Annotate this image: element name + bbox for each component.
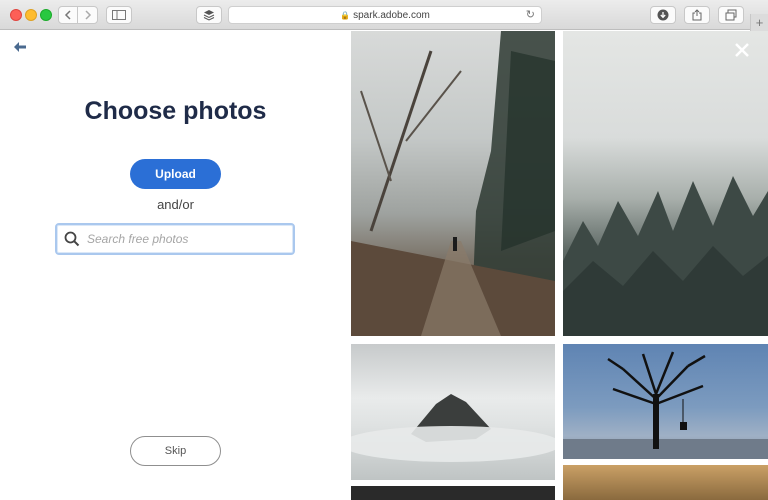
- back-arrow-icon[interactable]: [12, 39, 28, 55]
- photo-fog-island-image: [351, 394, 555, 462]
- url-text: spark.adobe.com: [353, 9, 430, 21]
- browser-toolbar: 🔒 spark.adobe.com ↻ +: [0, 0, 768, 31]
- share-icon: [692, 9, 702, 21]
- skip-button[interactable]: Skip: [130, 436, 221, 466]
- search-input[interactable]: [87, 229, 287, 249]
- share-button[interactable]: [684, 6, 710, 24]
- reload-icon[interactable]: ↻: [526, 8, 535, 21]
- photo-partial-dark[interactable]: [351, 486, 555, 500]
- photo-fog-island[interactable]: [351, 344, 555, 480]
- photo-lone-tree-image: [563, 351, 768, 459]
- choose-photos-panel: Choose photos Upload and/or Skip: [0, 31, 351, 500]
- back-button[interactable]: [59, 7, 79, 23]
- extension-button[interactable]: [196, 6, 222, 24]
- new-tab-button[interactable]: +: [750, 14, 768, 31]
- page-content: Choose photos Upload and/or Skip: [0, 31, 768, 500]
- photo-misty-forest[interactable]: [563, 31, 768, 336]
- close-window-button[interactable]: [10, 9, 22, 21]
- sidebar-icon: [112, 10, 126, 20]
- layers-icon: [203, 10, 215, 21]
- page-title: Choose photos: [84, 97, 267, 125]
- chevron-right-icon: [84, 10, 91, 20]
- tab-overview-button[interactable]: [718, 6, 744, 24]
- tabs-icon: [725, 9, 737, 21]
- search-icon: [64, 231, 80, 247]
- chevron-left-icon: [64, 10, 71, 20]
- photo-foggy-path-image: [351, 31, 555, 336]
- zoom-window-button[interactable]: [40, 9, 52, 21]
- download-icon: [657, 9, 669, 21]
- photo-foggy-path[interactable]: [351, 31, 555, 336]
- browser-window: 🔒 spark.adobe.com ↻ + Choose photos Uplo…: [0, 0, 768, 500]
- search-box[interactable]: [55, 223, 295, 255]
- photo-misty-forest-image: [563, 176, 768, 336]
- minimize-window-button[interactable]: [25, 9, 37, 21]
- photo-lone-tree[interactable]: [563, 344, 768, 459]
- downloads-button[interactable]: [650, 6, 676, 24]
- photo-partial-warm[interactable]: [563, 465, 768, 500]
- photo-grid: [351, 31, 768, 500]
- forward-button[interactable]: [78, 7, 97, 23]
- sidebar-toggle-button[interactable]: [106, 6, 132, 24]
- separator-text: and/or: [157, 197, 194, 212]
- lock-icon: 🔒: [340, 10, 351, 20]
- upload-button[interactable]: Upload: [130, 159, 221, 189]
- history-nav: [58, 6, 98, 24]
- close-icon[interactable]: [733, 41, 751, 59]
- address-bar[interactable]: 🔒 spark.adobe.com ↻: [228, 6, 542, 24]
